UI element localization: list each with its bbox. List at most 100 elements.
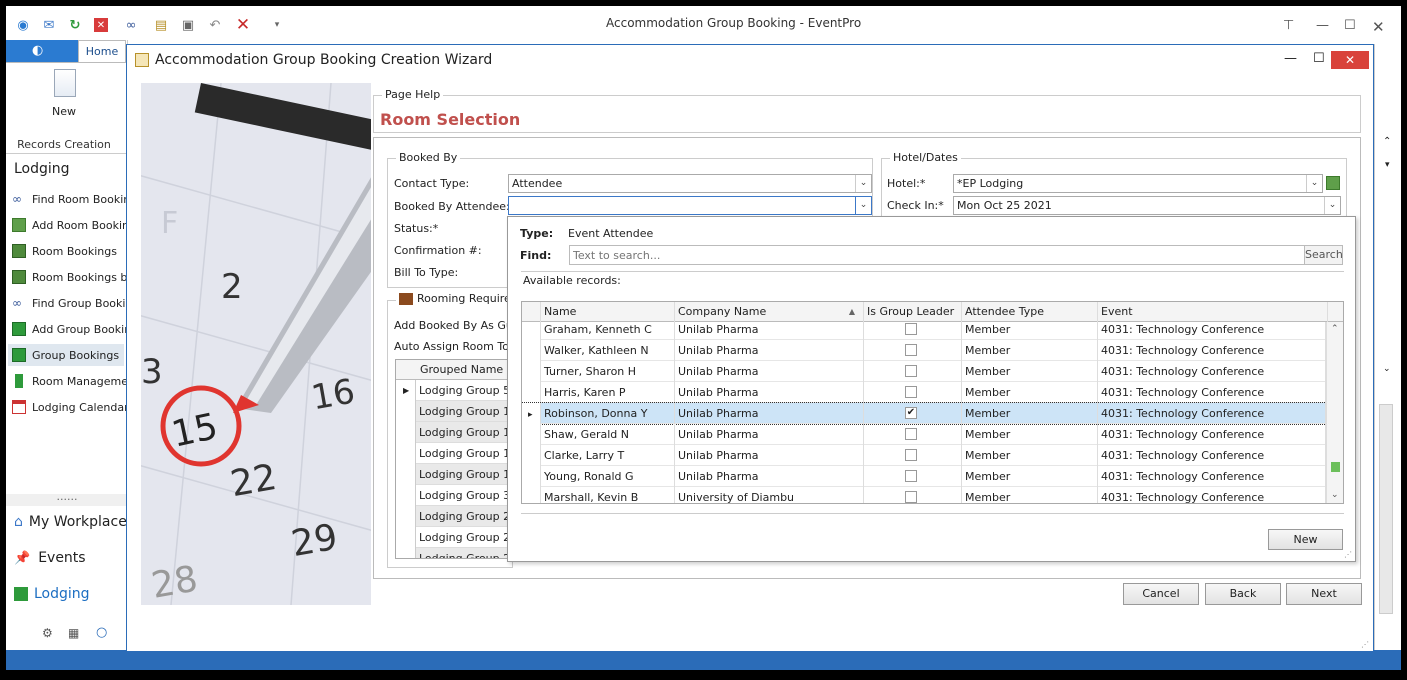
type-cell[interactable]: Member <box>962 382 1098 403</box>
type-cell[interactable]: Member <box>962 445 1098 466</box>
group-leader-checkbox[interactable]: ✔ <box>905 407 917 419</box>
is-group-leader-cell[interactable] <box>864 322 962 340</box>
event-cell[interactable]: 4031: Technology Conference <box>1098 322 1326 340</box>
chevron-down-icon[interactable]: ⌄ <box>855 197 871 214</box>
sidebar-item-group-bookings[interactable]: Group Bookings <box>8 344 124 366</box>
group-leader-checkbox[interactable] <box>905 344 917 356</box>
name-cell[interactable]: Walker, Kathleen N <box>541 340 675 361</box>
company-cell[interactable]: Unilab Pharma <box>675 340 864 361</box>
company-cell[interactable]: Unilab Pharma <box>675 403 864 424</box>
is-group-leader-cell[interactable]: ✔ <box>864 403 962 424</box>
company-cell[interactable]: Unilab Pharma <box>675 424 864 445</box>
resize-grip-icon[interactable]: ⋰ <box>1361 640 1369 649</box>
chevron-down-icon[interactable]: ⌄ <box>1383 364 1391 374</box>
sidebar-item-add-group-bookings[interactable]: Add Group Bookings <box>12 318 128 340</box>
nav-lodging[interactable]: Lodging <box>14 586 90 602</box>
event-cell[interactable]: 4031: Technology Conference <box>1098 403 1326 424</box>
next-button[interactable]: Next <box>1286 583 1362 605</box>
name-cell[interactable]: Clarke, Larry T <box>541 445 675 466</box>
type-cell[interactable]: Member <box>962 340 1098 361</box>
grouped-name-header[interactable]: Grouped Name <box>396 360 508 380</box>
hotel-lookup-icon[interactable] <box>1326 176 1340 190</box>
delete-icon[interactable]: ✕ <box>94 18 108 32</box>
table-row[interactable]: Turner, Sharon H Unilab Pharma Member 4031:… <box>522 361 1326 382</box>
group-leader-checkbox[interactable] <box>905 428 917 440</box>
chevron-down-icon[interactable]: ▾ <box>1385 160 1390 170</box>
chevron-up-icon[interactable]: ⌃ <box>1331 324 1339 334</box>
company-cell[interactable]: Unilab Pharma <box>675 382 864 403</box>
search-input[interactable] <box>569 245 1305 265</box>
sidebar-item-lodging-calendar[interactable]: Lodging Calendar <box>12 396 128 418</box>
table-row[interactable]: Harris, Karen P Unilab Pharma Member 4031: … <box>522 382 1326 403</box>
app-menu-button[interactable]: ◐ <box>6 40 78 62</box>
name-cell[interactable]: Young, Ronald G <box>541 466 675 487</box>
sidebar-item-room-bookings[interactable]: Room Bookings <box>12 240 128 262</box>
event-cell[interactable]: 4031: Technology Conference <box>1098 424 1326 445</box>
table-row[interactable]: Shaw, Gerald N Unilab Pharma Member 4031: T… <box>522 424 1326 445</box>
type-cell[interactable]: Member <box>962 466 1098 487</box>
column-header-attendee-type[interactable]: Attendee Type <box>962 302 1098 322</box>
event-cell[interactable]: 4031: Technology Conference <box>1098 361 1326 382</box>
close-icon[interactable]: ✕ <box>1372 18 1385 36</box>
table-row[interactable]: Lodging Group 1\S <box>416 401 508 422</box>
is-group-leader-cell[interactable] <box>864 466 962 487</box>
wizard-minimize-icon[interactable]: — <box>1284 51 1297 66</box>
is-group-leader-cell[interactable] <box>864 424 962 445</box>
back-button[interactable]: Back <box>1205 583 1281 605</box>
event-cell[interactable]: 4031: Technology Conference <box>1098 340 1326 361</box>
app-logo-icon[interactable]: ◉ <box>14 16 32 34</box>
company-cell[interactable]: Unilab Pharma <box>675 361 864 382</box>
table-row[interactable]: Lodging Group 3\S <box>416 485 508 506</box>
resize-grip-icon[interactable]: ⋰ <box>1344 550 1352 559</box>
group-leader-checkbox[interactable] <box>905 323 917 335</box>
sidebar-item-room-management[interactable]: Room Management <box>12 370 128 392</box>
sidebar-item-add-room-bookings[interactable]: Add Room Bookings <box>12 214 128 236</box>
scrollbar[interactable] <box>1379 404 1393 614</box>
name-cell[interactable]: Graham, Kenneth C <box>541 322 675 340</box>
building-icon[interactable]: ▦ <box>68 626 79 640</box>
is-group-leader-cell[interactable] <box>864 445 962 466</box>
name-cell[interactable]: Robinson, Donna Y <box>541 403 675 424</box>
event-cell[interactable]: 4031: Technology Conference <box>1098 382 1326 403</box>
contact-type-combo[interactable]: Attendee ⌄ <box>508 174 872 193</box>
search-button[interactable]: Search <box>1304 245 1343 265</box>
column-header-name[interactable]: Name <box>541 302 675 322</box>
event-cell[interactable]: 4031: Technology Conference <box>1098 445 1326 466</box>
nav-events[interactable]: 📌 Events <box>14 550 86 566</box>
grid-scrollbar[interactable]: ⌃ ⌄ <box>1326 322 1343 503</box>
minimize-icon[interactable]: — <box>1316 18 1329 33</box>
table-row[interactable]: ▸ Robinson, Donna Y Unilab Pharma ✔ Member 40… <box>522 402 1326 425</box>
clipboard-icon[interactable]: ▤ <box>152 16 170 34</box>
new-record-button[interactable]: New <box>1268 529 1343 550</box>
table-row[interactable]: Lodging Group 2\S <box>416 527 508 548</box>
group-leader-checkbox[interactable] <box>905 365 917 377</box>
table-row[interactable]: Lodging Group 1\S <box>416 422 508 443</box>
sidebar-item-room-bookings-by[interactable]: Room Bookings by <box>12 266 128 288</box>
grouped-names-grid[interactable]: Grouped Name ▶ Lodging Group 5\S Lodging… <box>395 359 509 559</box>
company-cell[interactable]: Unilab Pharma <box>675 466 864 487</box>
name-cell[interactable]: Marshall, Kevin B <box>541 487 675 503</box>
table-row[interactable]: Lodging Group 2\S <box>416 548 508 558</box>
name-cell[interactable]: Harris, Karen P <box>541 382 675 403</box>
undo-icon[interactable]: ↶ <box>206 16 224 34</box>
group-leader-checkbox[interactable] <box>905 386 917 398</box>
sidebar-item-find-room-bookings[interactable]: ∞ Find Room Bookings <box>12 188 128 210</box>
company-cell[interactable]: Unilab Pharma <box>675 322 864 340</box>
table-row[interactable]: Lodging Group 1\S <box>416 443 508 464</box>
check-in-combo[interactable]: Mon Oct 25 2021 ⌄ <box>953 196 1341 215</box>
column-header-company[interactable]: Company Name ▲ <box>675 302 864 322</box>
refresh-icon[interactable]: ↻ <box>66 16 84 34</box>
table-row[interactable]: Graham, Kenneth C Unilab Pharma Member 4031… <box>522 322 1326 340</box>
maximize-icon[interactable]: ☐ <box>1344 18 1356 33</box>
is-group-leader-cell[interactable] <box>864 361 962 382</box>
booked-by-attendee-combo[interactable]: ⌄ <box>508 196 872 215</box>
sidebar-item-find-group-bookings[interactable]: ∞ Find Group Bookings <box>12 292 128 314</box>
scroll-thumb[interactable] <box>1331 462 1340 472</box>
restore-ribbon-icon[interactable]: ⊤ <box>1283 18 1294 33</box>
shortcut-icon[interactable]: ⚙ <box>42 626 53 640</box>
binoculars-icon[interactable]: ∞ <box>122 16 140 34</box>
chat-icon[interactable]: ○ <box>96 625 107 640</box>
company-cell[interactable]: Unilab Pharma <box>675 445 864 466</box>
chevron-down-icon[interactable]: ⌄ <box>1324 197 1340 214</box>
table-row[interactable]: Lodging Group 1\S <box>416 464 508 485</box>
